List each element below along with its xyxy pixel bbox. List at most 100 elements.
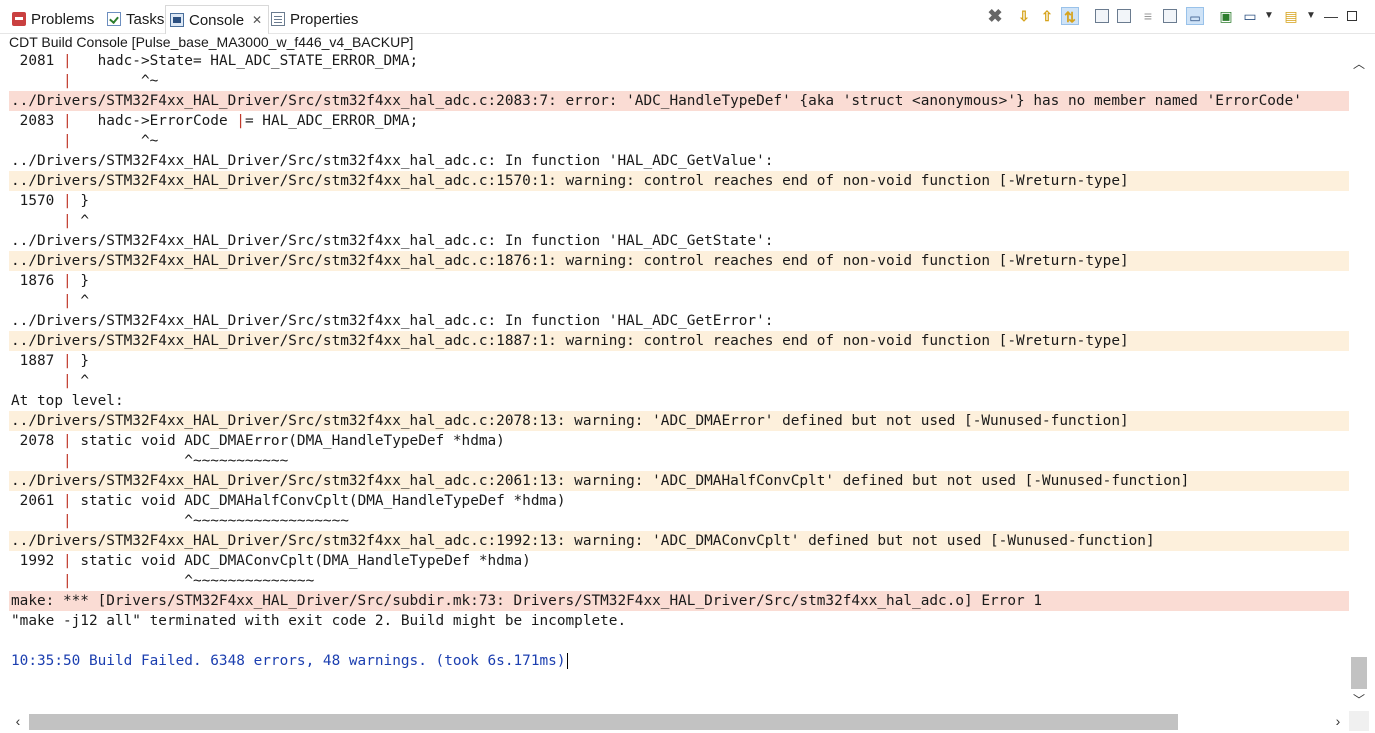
- source-text: static void ADC_DMAError(DMA_HandleTypeD…: [71, 433, 505, 449]
- console-toolbar: ✖ ⇩ ⇧ ⇅ ≡ ▭ ▣ ▭ ▼ ▤ ▼ —: [984, 5, 1369, 27]
- console-line-code: | ^: [9, 211, 1349, 231]
- source-line-number: 1876: [11, 273, 63, 289]
- source-line-number: [11, 293, 63, 309]
- view-tab-bar: Problems Tasks Console ✕ Properties ✖ ⇩ …: [0, 0, 1375, 34]
- tasks-icon: [107, 12, 121, 26]
- gutter-bar: |: [62, 213, 72, 229]
- console-line-text: "make -j12 all" terminated with exit cod…: [11, 613, 627, 629]
- console-line-warning: ../Drivers/STM32F4xx_HAL_Driver/Src/stm3…: [9, 411, 1349, 431]
- gutter-bar: |: [62, 373, 72, 389]
- word-wrap-icon[interactable]: ≡: [1139, 7, 1157, 25]
- console-line-text: 10:35:50 Build Failed. 6348 errors, 48 w…: [11, 653, 566, 669]
- tab-close-icon[interactable]: ✕: [252, 13, 262, 27]
- source-text: ^: [71, 293, 89, 309]
- console-line-text: ../Drivers/STM32F4xx_HAL_Driver/Src/stm3…: [11, 313, 774, 329]
- horizontal-scrollbar[interactable]: ‹ ›: [9, 711, 1349, 731]
- tab-problems[interactable]: Problems: [12, 7, 94, 31]
- console-line-code: | ^~~~~~~~~~~~: [9, 451, 1349, 471]
- gutter-bar: |: [62, 273, 72, 289]
- console-line-text[interactable]: ../Drivers/STM32F4xx_HAL_Driver/Src/stm3…: [11, 413, 1129, 429]
- gutter-bar: |: [62, 513, 72, 529]
- console-line-text[interactable]: ../Drivers/STM32F4xx_HAL_Driver/Src/stm3…: [11, 253, 1129, 269]
- console-output[interactable]: 2081 | hadc->State= HAL_ADC_STATE_ERROR_…: [9, 51, 1349, 711]
- console-line-code: | ^~~~~~~~~~~~~~~~~~~: [9, 511, 1349, 531]
- remove-launches-icon[interactable]: ✖: [986, 7, 1004, 25]
- scrollbar-corner: [1349, 711, 1369, 731]
- console-line-warning: ../Drivers/STM32F4xx_HAL_Driver/Src/stm3…: [9, 251, 1349, 271]
- source-text: }: [71, 273, 89, 289]
- source-text: ^~~~~~~~~~~~~~~~~~~: [71, 513, 349, 529]
- console-line-error: make: *** [Drivers/STM32F4xx_HAL_Driver/…: [9, 591, 1349, 611]
- new-console-dropdown-icon[interactable]: ▼: [1302, 7, 1320, 25]
- source-line-number: 2083: [11, 113, 63, 129]
- source-line-number: 2081: [11, 53, 63, 69]
- console-line-text[interactable]: ../Drivers/STM32F4xx_HAL_Driver/Src/stm3…: [11, 533, 1155, 549]
- source-text: ^~~~~~~~~~~~~~~: [71, 573, 315, 589]
- source-line-number: 2061: [11, 493, 63, 509]
- console-line-text[interactable]: ../Drivers/STM32F4xx_HAL_Driver/Src/stm3…: [11, 333, 1129, 349]
- tab-tasks[interactable]: Tasks: [107, 7, 164, 31]
- source-text: }: [71, 353, 89, 369]
- console-line-plain: "make -j12 all" terminated with exit cod…: [9, 611, 1349, 631]
- tab-properties[interactable]: Properties: [271, 7, 358, 31]
- console-line-plain: At top level:: [9, 391, 1349, 411]
- scroll-up-icon[interactable]: ︿: [1349, 55, 1369, 73]
- source-line-number: [11, 373, 63, 389]
- source-text: ^~: [71, 73, 159, 89]
- console-line-code: | ^~: [9, 71, 1349, 91]
- vertical-scroll-thumb[interactable]: [1351, 657, 1367, 689]
- clear-console-icon[interactable]: [1117, 9, 1131, 23]
- show-error-in-editor-icon[interactable]: ⇅: [1061, 7, 1079, 25]
- source-text: ^: [71, 373, 89, 389]
- source-text: hadc->State= HAL_ADC_STATE_ERROR_DMA;: [71, 53, 419, 69]
- new-console-icon[interactable]: ▤: [1282, 7, 1300, 25]
- console-line-code: | ^: [9, 371, 1349, 391]
- next-error-icon[interactable]: ⇩: [1015, 7, 1033, 25]
- source-line-number: 1570: [11, 193, 63, 209]
- open-console-icon[interactable]: ▣: [1217, 7, 1235, 25]
- console-line-text: ../Drivers/STM32F4xx_HAL_Driver/Src/stm3…: [11, 153, 774, 169]
- console-line-text[interactable]: ../Drivers/STM32F4xx_HAL_Driver/Src/stm3…: [11, 93, 1302, 109]
- console-line-code: | ^: [9, 291, 1349, 311]
- minimize-icon[interactable]: —: [1322, 7, 1340, 25]
- horizontal-scroll-thumb[interactable]: [29, 714, 1178, 730]
- gutter-bar: |: [62, 453, 72, 469]
- source-line-number: [11, 453, 63, 469]
- console-line-error: ../Drivers/STM32F4xx_HAL_Driver/Src/stm3…: [9, 91, 1349, 111]
- console-line-code: 1887 | }: [9, 351, 1349, 371]
- source-text-continued: = HAL_ADC_ERROR_DMA;: [244, 113, 419, 129]
- source-line-number: 1992: [11, 553, 63, 569]
- copy-build-log-icon[interactable]: [1095, 9, 1109, 23]
- console-line-warning: ../Drivers/STM32F4xx_HAL_Driver/Src/stm3…: [9, 471, 1349, 491]
- source-line-number: 1887: [11, 353, 63, 369]
- scroll-left-icon[interactable]: ‹: [9, 711, 27, 731]
- console-line-text[interactable]: ../Drivers/STM32F4xx_HAL_Driver/Src/stm3…: [11, 173, 1129, 189]
- problems-icon: [12, 12, 26, 26]
- source-text: static void ADC_DMAConvCplt(DMA_HandleTy…: [71, 553, 531, 569]
- gutter-bar: |: [62, 293, 72, 309]
- pin-console-icon[interactable]: ▭: [1186, 7, 1204, 25]
- console-line-text: At top level:: [11, 393, 124, 409]
- maximize-icon[interactable]: [1347, 11, 1357, 21]
- scroll-right-icon[interactable]: ›: [1329, 711, 1347, 731]
- console-line-text[interactable]: ../Drivers/STM32F4xx_HAL_Driver/Src/stm3…: [11, 473, 1189, 489]
- source-text: hadc->ErrorCode: [71, 113, 237, 129]
- tab-problems-label: Problems: [31, 10, 95, 28]
- source-line-number: [11, 573, 63, 589]
- source-text: static void ADC_DMAHalfConvCplt(DMA_Hand…: [71, 493, 566, 509]
- console-line-code: | ^~~~~~~~~~~~~~~: [9, 571, 1349, 591]
- scroll-down-icon[interactable]: ﹀: [1349, 691, 1369, 709]
- console-line-code: 2081 | hadc->State= HAL_ADC_STATE_ERROR_…: [9, 51, 1349, 71]
- tab-console[interactable]: Console ✕: [165, 5, 270, 34]
- vertical-scrollbar[interactable]: ︿ ﹀: [1349, 51, 1369, 711]
- gutter-bar: |: [62, 433, 72, 449]
- source-line-number: 2078: [11, 433, 63, 449]
- gutter-bar: |: [62, 553, 72, 569]
- display-selected-console-icon[interactable]: ▭: [1241, 7, 1259, 25]
- gutter-bar: |: [62, 133, 72, 149]
- properties-icon: [271, 12, 285, 26]
- previous-error-icon[interactable]: ⇧: [1038, 7, 1056, 25]
- display-console-dropdown-icon[interactable]: ▼: [1260, 7, 1278, 25]
- scroll-lock-icon[interactable]: [1163, 9, 1177, 23]
- console-line-text[interactable]: make: *** [Drivers/STM32F4xx_HAL_Driver/…: [11, 593, 1042, 609]
